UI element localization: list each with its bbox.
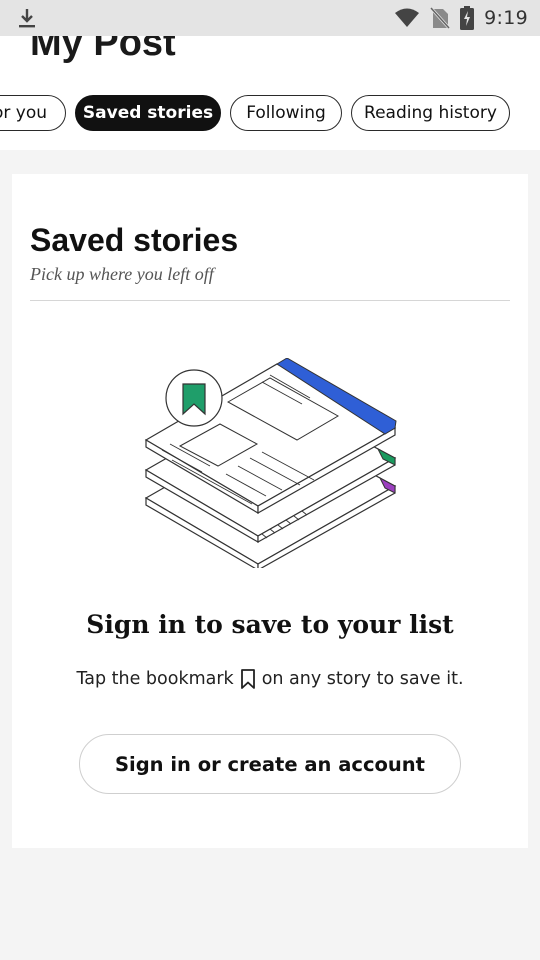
tab-for-you[interactable]: or you [0,95,66,131]
status-icons: 9:19 [394,0,528,36]
signin-heading: Sign in to save to your list [86,610,454,639]
battery-charging-icon [460,6,475,30]
no-sim-icon [430,7,451,29]
saved-stories-card: Saved stories Pick up where you left off [12,174,528,848]
clock: 9:19 [484,7,528,29]
download-icon [19,9,35,28]
page-title: My Post [30,36,176,64]
tap-text-after: on any story to save it. [261,669,464,689]
divider [30,300,510,301]
bookmark-instructions: Tap the bookmark on any story to save it… [12,668,528,690]
section-title: Saved stories [30,222,239,258]
tab-bar[interactable]: or you Saved stories Following Reading h… [0,95,540,131]
saved-articles-illustration [144,358,397,568]
bookmark-badge [165,369,223,427]
section-subtitle: Pick up where you left off [30,264,214,284]
signin-or-create-account-button[interactable]: Sign in or create an account [79,734,461,794]
tab-saved-stories[interactable]: Saved stories [75,95,221,131]
tab-reading-history[interactable]: Reading history [351,95,510,131]
status-bar: 9:19 [0,0,540,36]
tab-following[interactable]: Following [230,95,342,131]
wifi-icon [395,8,420,27]
tap-text-before: Tap the bookmark [76,669,234,689]
bookmark-icon [240,669,255,689]
page-header: My Post or you Saved stories Following R… [0,36,540,150]
